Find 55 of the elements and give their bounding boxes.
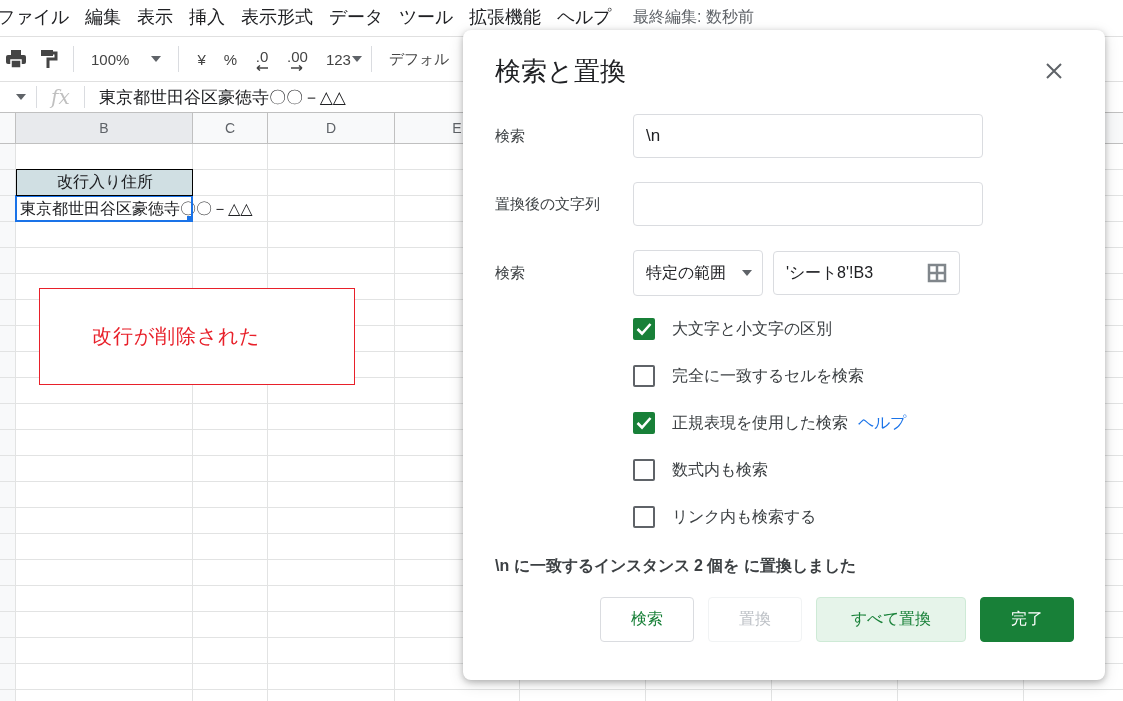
input-field[interactable]: \n [633, 114, 983, 158]
arrow-left-icon [255, 64, 270, 71]
caret-icon[interactable] [351, 56, 362, 62]
format-button[interactable]: % [214, 50, 247, 68]
menu-item[interactable]: データ [321, 5, 391, 29]
checkbox[interactable] [633, 318, 655, 340]
dialog-button[interactable]: 完了 [980, 597, 1074, 642]
field-label: 検索 [495, 263, 526, 283]
caret-icon[interactable] [16, 94, 26, 100]
format-button[interactable]: 123 [316, 50, 360, 68]
menu-item[interactable]: 挿入 [181, 5, 233, 29]
checkbox-label[interactable]: 数式内も検索 [672, 459, 768, 481]
format-button[interactable]: ¥ [188, 50, 215, 68]
menu-item[interactable]: 表示形式 [233, 5, 321, 29]
formula-icon: fx [51, 85, 70, 109]
print-icon[interactable] [5, 48, 27, 70]
checkbox-label[interactable]: 正規表現を使用した検索 [672, 412, 848, 434]
arrow-right-icon [290, 64, 305, 71]
scope-dropdown[interactable]: 特定の範囲 [633, 250, 763, 296]
caret-icon[interactable] [151, 56, 162, 62]
checkbox[interactable] [633, 459, 655, 481]
menu-item[interactable]: 表示 [129, 5, 181, 29]
menu-item[interactable]: ツール [391, 5, 461, 29]
annotation-text: 改行が削除された [92, 324, 260, 349]
column-header[interactable]: C [193, 113, 267, 143]
close-icon[interactable] [1046, 63, 1062, 79]
help-link[interactable]: ヘルプ [858, 412, 906, 434]
menu-item[interactable]: 拡張機能 [461, 5, 549, 29]
dialog-button[interactable]: 検索 [600, 597, 694, 642]
checkbox-label[interactable]: 完全に一致するセルを検索 [672, 365, 864, 387]
dialog-button[interactable]: すべて置換 [816, 597, 966, 642]
grid-icon[interactable] [927, 263, 947, 283]
format-button[interactable]: .00 [278, 47, 317, 71]
caret-icon[interactable] [742, 270, 752, 276]
checkbox[interactable] [633, 506, 655, 528]
checkbox[interactable] [633, 365, 655, 387]
dialog-title: 検索と置換 [495, 54, 626, 88]
menu-item[interactable]: ヘルプ [549, 5, 619, 29]
font-dropdown[interactable]: デフォル [380, 49, 457, 69]
formula-input[interactable]: 東京都世田谷区豪徳寺〇〇－△△ [98, 85, 346, 109]
zoom-dropdown[interactable]: 100% [83, 50, 170, 68]
field-label: 置換後の文字列 [495, 194, 601, 214]
column-header[interactable]: B [16, 113, 192, 143]
input-field[interactable] [633, 182, 983, 226]
column-header[interactable]: D [268, 113, 394, 143]
status-message: \n に一致するインスタンス 2 個を に置換しました [495, 556, 857, 576]
checkbox-label[interactable]: 大文字と小文字の区別 [672, 318, 832, 340]
field-label: 検索 [495, 126, 526, 146]
last-edit-status[interactable]: 最終編集: 数秒前 [633, 6, 754, 28]
checkbox[interactable] [633, 412, 655, 434]
checkbox-label[interactable]: リンク内も検索する [672, 506, 816, 528]
format-button[interactable]: .0 [246, 47, 279, 71]
menu-item[interactable]: 編集 [77, 5, 129, 29]
range-field[interactable]: 'シート8'!B3 [773, 251, 960, 295]
table-cell: 改行入り住所 [16, 169, 193, 196]
